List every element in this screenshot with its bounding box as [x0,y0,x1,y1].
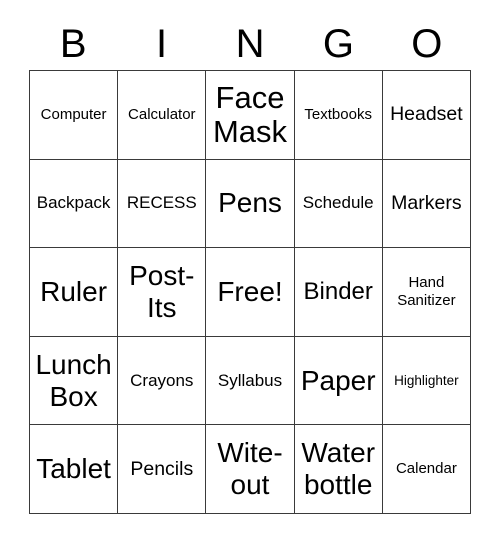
header-letter-b: B [59,22,87,66]
bingo-cell-label: Paper [300,364,376,396]
bingo-cell[interactable]: Crayons [118,336,207,426]
bingo-cell-label: Headset [390,103,463,126]
bingo-cell-label: Lunch Box [35,348,112,412]
bingo-cell-label: Backpack [36,193,111,213]
bingo-cell[interactable]: Pencils [118,425,207,514]
bingo-cell[interactable]: Highlighter [382,336,471,426]
bingo-cell-free[interactable]: Free! [206,248,295,337]
bingo-cell[interactable]: Paper [294,336,383,426]
bingo-cell-label: Pens [218,187,282,219]
bingo-cell[interactable]: Water bottle [294,425,383,514]
bingo-cell[interactable]: Headset [382,71,471,160]
bingo-cell[interactable]: Computer [30,71,119,160]
header-letter-o: O [411,22,443,66]
bingo-cell-label: Free! [217,275,283,307]
header-letter-g: G [322,22,354,66]
bingo-cell-label: Textbooks [304,105,372,123]
bingo-cell[interactable]: Markers [382,159,471,249]
bingo-cell[interactable]: Syllabus [206,336,295,426]
bingo-cell-label: Binder [303,277,373,305]
header-letter-i: I [156,22,168,66]
bingo-cell[interactable]: Ruler [30,248,119,337]
bingo-cell-label: Markers [391,191,462,214]
bingo-cell[interactable]: Schedule [294,159,383,249]
bingo-cell-label: Crayons [130,370,194,390]
bingo-cell[interactable]: Lunch Box [30,336,119,426]
bingo-cell-label: Pencils [130,457,194,480]
bingo-cell-label: Highlighter [394,372,459,388]
bingo-cell-label: Ruler [40,275,108,307]
bingo-cell[interactable]: Binder [294,248,383,337]
bingo-cell[interactable]: Wite-out [206,425,295,514]
bingo-cell-label: Schedule [302,193,374,213]
bingo-cell-label: Tablet [36,453,111,485]
bingo-cell-label: Computer [40,105,107,123]
bingo-cell[interactable]: Pens [206,159,295,249]
bingo-cell[interactable]: Calendar [382,425,471,514]
bingo-cell-label: Wite-out [217,437,283,501]
bingo-cell[interactable]: Calculator [118,71,207,160]
bingo-cell-label: Water bottle [301,437,376,501]
bingo-cell[interactable]: RECESS [118,159,207,249]
bingo-cell[interactable]: Textbooks [294,71,383,160]
bingo-cell-label: RECESS [126,193,197,213]
bingo-cell-label: Face Mask [212,79,288,149]
bingo-cell-label: Post-Its [129,259,195,323]
bingo-header: B I N G O [29,18,471,70]
bingo-cell-label: Syllabus [217,370,283,390]
bingo-cell[interactable]: Tablet [30,425,119,514]
bingo-cell-label: Hand Sanitizer [397,273,456,309]
header-letter-n: N [235,22,265,66]
bingo-card: B I N G O Computer Calculator Face Mask Tex… [0,0,500,544]
bingo-cell-label: Calendar [395,460,457,478]
bingo-cell[interactable]: Hand Sanitizer [382,248,471,337]
bingo-grid: Computer Calculator Face Mask Textbooks Head… [29,70,471,514]
bingo-cell[interactable]: Face Mask [206,71,295,160]
bingo-cell-label: Calculator [128,105,196,123]
bingo-cell[interactable]: Backpack [30,159,119,249]
bingo-cell[interactable]: Post-Its [118,248,207,337]
